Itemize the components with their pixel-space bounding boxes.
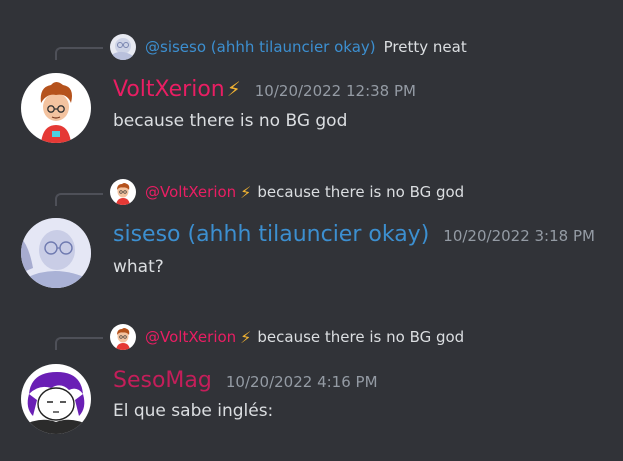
- reply-connector: [55, 47, 103, 60]
- author-name[interactable]: VoltXerion: [113, 77, 225, 102]
- sesomag-avatar-icon[interactable]: [21, 364, 91, 434]
- reply-preview[interactable]: @VoltXerion ⚡ because there is no BG god: [110, 179, 464, 205]
- timestamp[interactable]: 10/20/2022 3:18 PM: [443, 227, 595, 245]
- message-header: siseso (ahhh tilauncier okay) 10/20/2022…: [113, 222, 595, 247]
- author-name[interactable]: SesoMag: [113, 368, 212, 393]
- reply-author-name[interactable]: @VoltXerion: [145, 183, 236, 201]
- voltxerion-avatar-icon[interactable]: [110, 324, 136, 350]
- lightning-icon: ⚡: [240, 182, 252, 202]
- voltxerion-avatar-icon[interactable]: [21, 73, 91, 143]
- reply-preview[interactable]: @VoltXerion ⚡ because there is no BG god: [110, 324, 464, 350]
- reply-text[interactable]: because there is no BG god: [257, 183, 464, 201]
- reply-text[interactable]: Pretty neat: [384, 38, 467, 56]
- lightning-icon: ⚡: [226, 77, 241, 101]
- reply-preview[interactable]: @siseso (ahhh tilauncier okay) Pretty ne…: [110, 34, 467, 60]
- reply-text[interactable]: because there is no BG god: [257, 328, 464, 346]
- message-header: SesoMag 10/20/2022 4:16 PM: [113, 368, 378, 393]
- author-name[interactable]: siseso (ahhh tilauncier okay): [113, 222, 429, 247]
- siseso-avatar-icon[interactable]: [110, 34, 136, 60]
- lightning-icon: ⚡: [240, 327, 252, 347]
- message-content: El que sabe inglés:: [113, 401, 274, 421]
- voltxerion-avatar-icon[interactable]: [110, 179, 136, 205]
- message-content: what?: [113, 257, 164, 277]
- message-content: because there is no BG god: [113, 111, 348, 131]
- reply-author-name[interactable]: @VoltXerion: [145, 328, 236, 346]
- reply-connector: [55, 337, 103, 350]
- reply-connector: [55, 193, 103, 206]
- message-header: VoltXerion ⚡ 10/20/2022 12:38 PM: [113, 77, 416, 102]
- timestamp[interactable]: 10/20/2022 12:38 PM: [255, 82, 416, 100]
- timestamp[interactable]: 10/20/2022 4:16 PM: [226, 373, 378, 391]
- reply-author-name[interactable]: @siseso (ahhh tilauncier okay): [145, 38, 376, 56]
- siseso-avatar-icon[interactable]: [21, 218, 91, 288]
